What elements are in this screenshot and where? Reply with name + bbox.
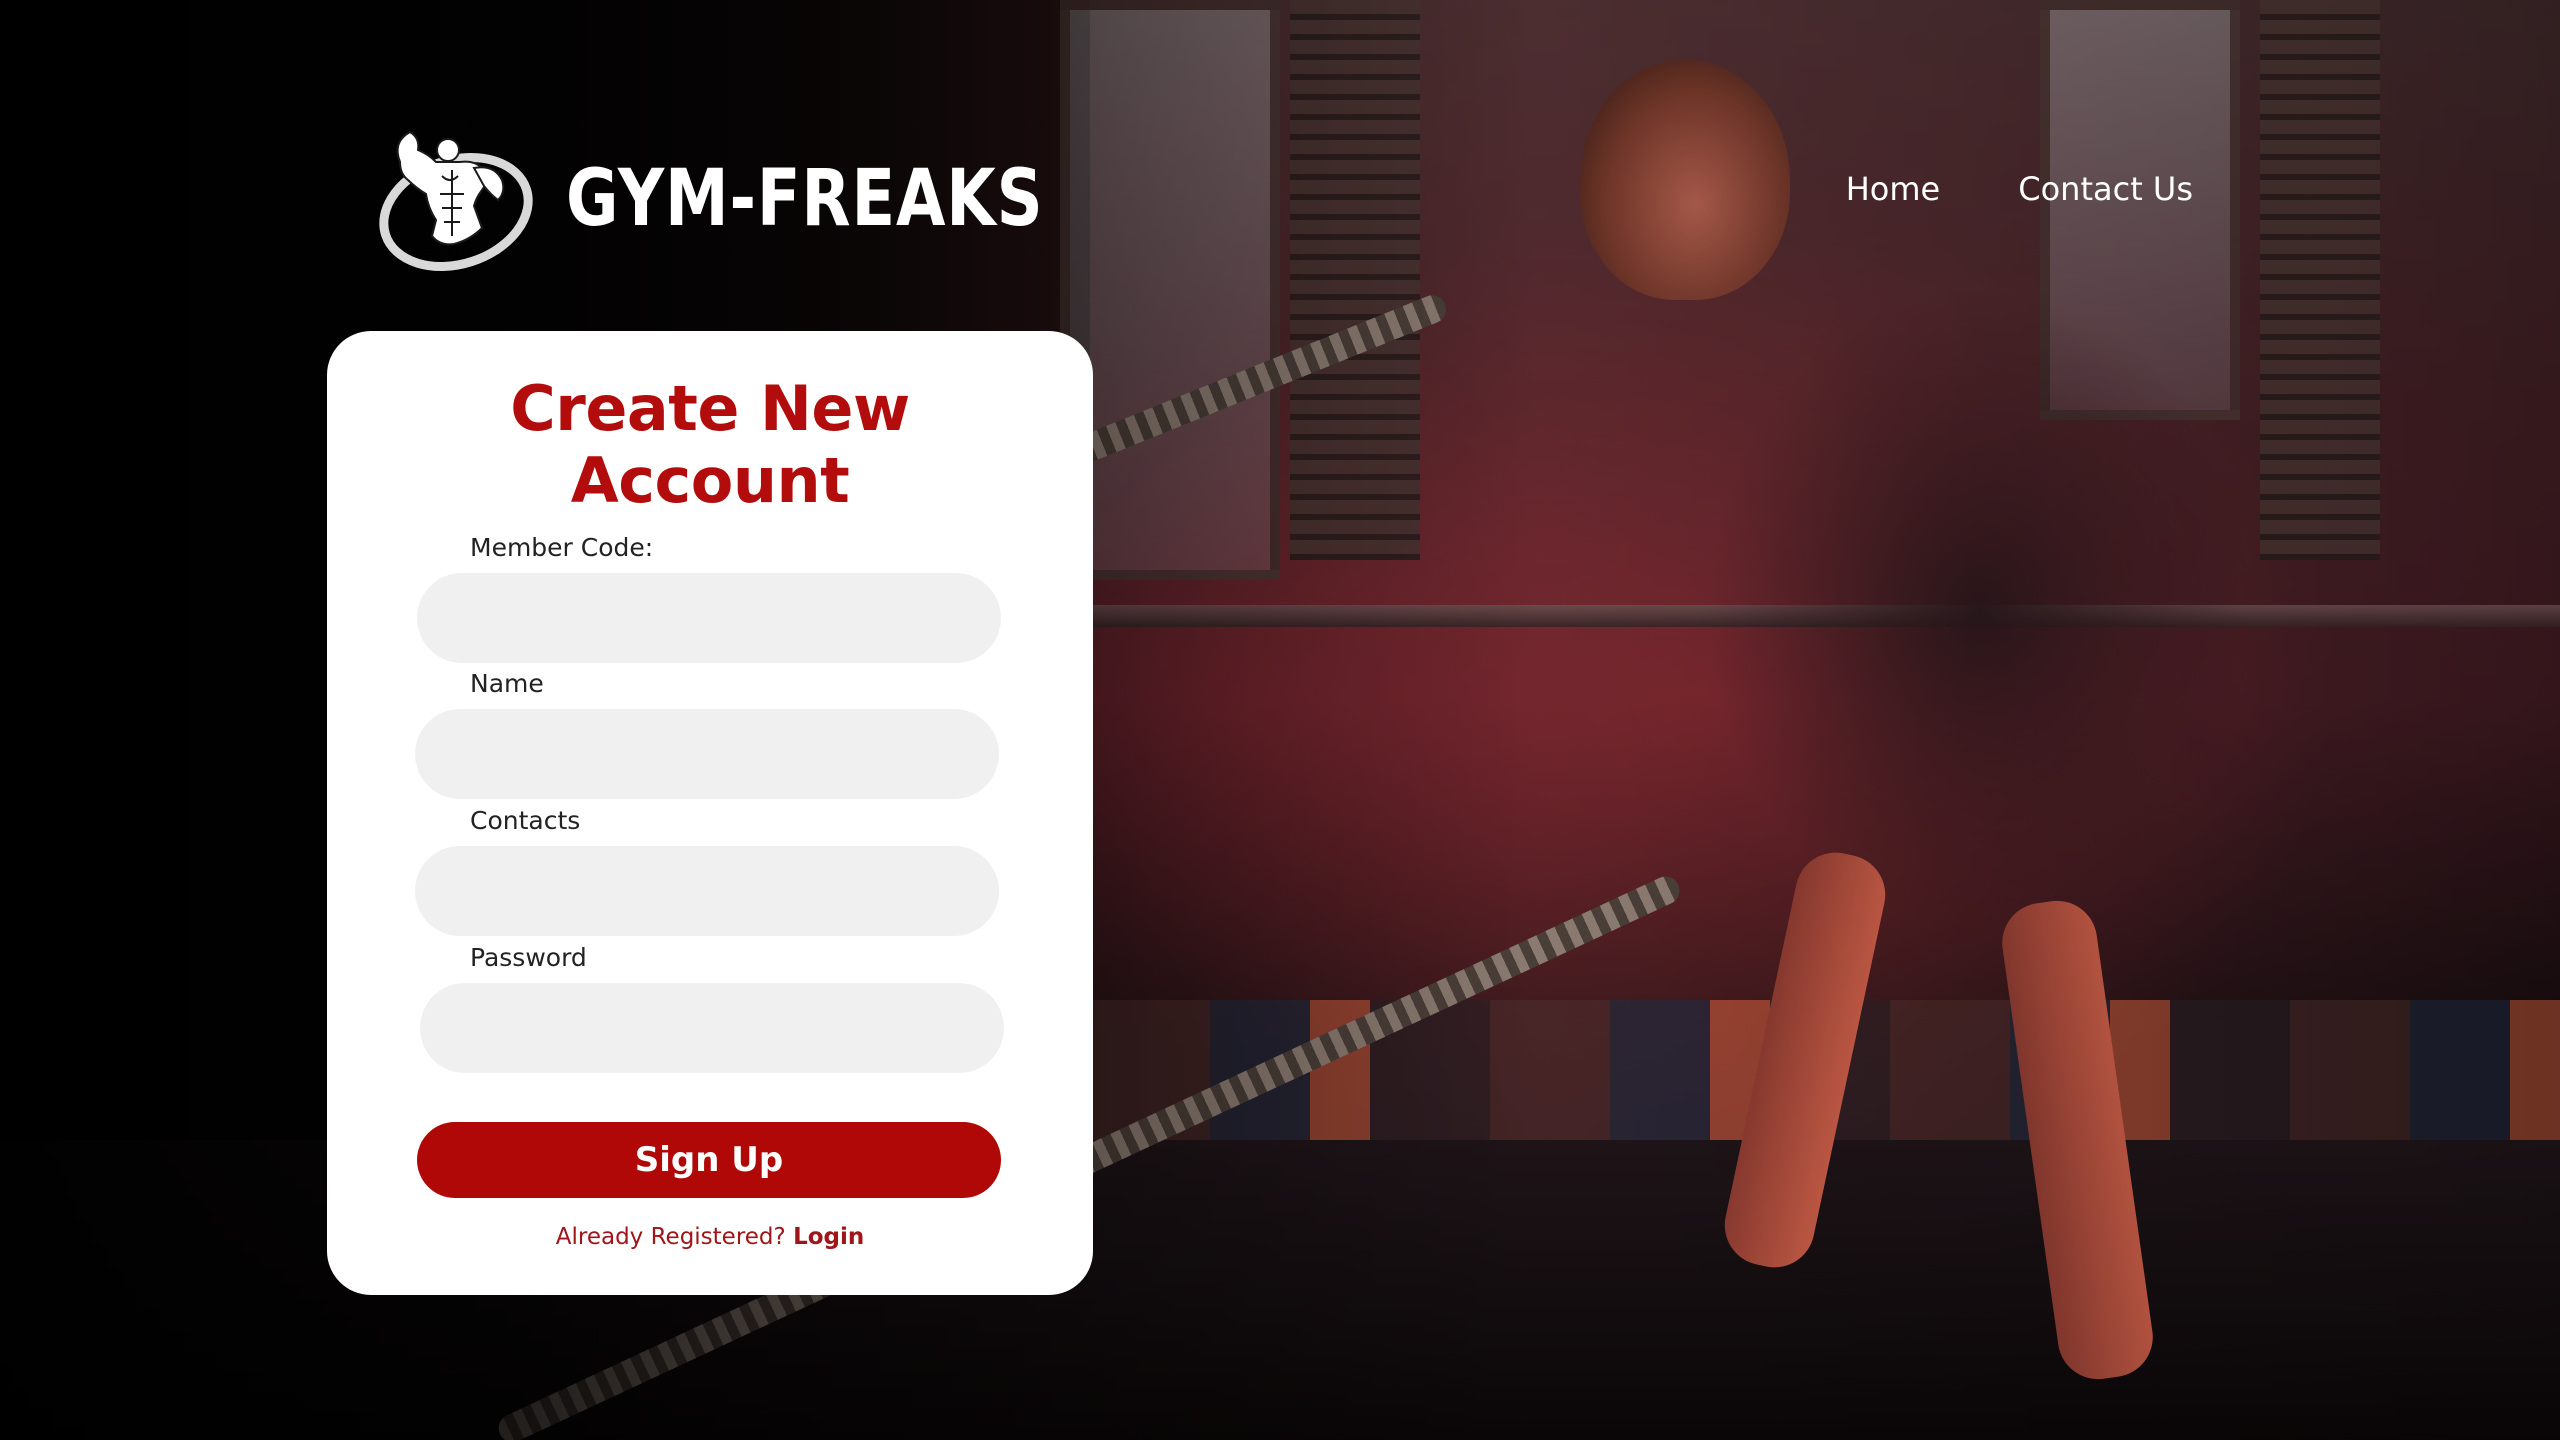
login-prompt-text: Already Registered? <box>555 1224 786 1250</box>
password-label: Password <box>470 943 587 972</box>
member-code-label: Member Code: <box>470 533 654 562</box>
form-title: Create New Account <box>327 373 1093 517</box>
name-label: Name <box>470 669 544 698</box>
login-link[interactable]: Login <box>793 1224 864 1250</box>
nav-home-link[interactable]: Home <box>1846 170 1941 208</box>
name-input[interactable] <box>415 709 999 799</box>
signup-button[interactable]: Sign Up <box>417 1122 1001 1198</box>
page: GYM-FREAKS Home Contact Us Create New Ac… <box>0 0 2560 1440</box>
contacts-input[interactable] <box>415 846 999 936</box>
login-prompt-row: Already Registered? Login <box>327 1224 1093 1250</box>
top-nav: Home Contact Us <box>1846 170 2193 208</box>
signup-card: Create New Account Member Code: Name Con… <box>327 331 1093 1295</box>
member-code-input[interactable] <box>417 573 1001 663</box>
form-title-text: Create New Account <box>510 372 910 517</box>
nav-contact-link[interactable]: Contact Us <box>2018 170 2193 208</box>
contacts-label: Contacts <box>470 806 581 835</box>
password-input[interactable] <box>420 983 1004 1073</box>
brand-logo[interactable]: GYM-FREAKS <box>370 124 1148 274</box>
bodybuilder-logo-icon <box>379 130 533 271</box>
brand-name: GYM-FREAKS <box>566 154 1044 244</box>
